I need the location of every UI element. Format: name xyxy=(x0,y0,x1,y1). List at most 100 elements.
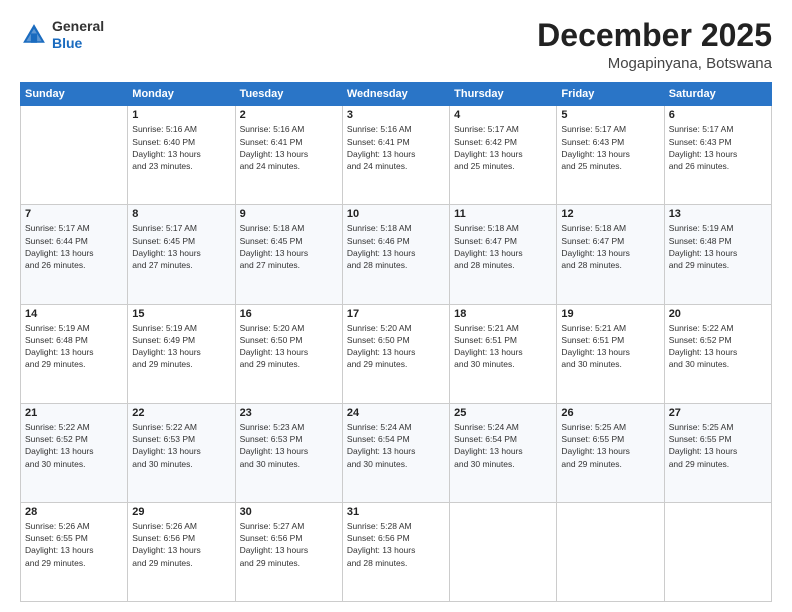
day-number: 13 xyxy=(669,208,767,220)
logo-blue-text: Blue xyxy=(52,35,82,51)
calendar-cell: 1 Sunrise: 5:16 AM Sunset: 6:40 PM Daylig… xyxy=(128,106,235,205)
calendar-cell: 9 Sunrise: 5:18 AM Sunset: 6:45 PM Daylig… xyxy=(235,205,342,304)
day-info: Sunrise: 5:19 AM Sunset: 6:49 PM Dayligh… xyxy=(132,322,230,371)
day-number: 6 xyxy=(669,109,767,121)
calendar-cell xyxy=(21,106,128,205)
day-number: 31 xyxy=(347,506,445,518)
day-info: Sunrise: 5:18 AM Sunset: 6:45 PM Dayligh… xyxy=(240,222,338,271)
calendar-cell: 31 Sunrise: 5:28 AM Sunset: 6:56 PM Dayli… xyxy=(342,502,449,601)
logo: General Blue xyxy=(20,18,104,52)
day-info: Sunrise: 5:19 AM Sunset: 6:48 PM Dayligh… xyxy=(25,322,123,371)
day-number: 12 xyxy=(561,208,659,220)
calendar-cell: 20Sunrise: 5:22 AM Sunset: 6:52 PM Dayli… xyxy=(664,304,771,403)
calendar-cell: 29 Sunrise: 5:26 AM Sunset: 6:56 PM Dayli… xyxy=(128,502,235,601)
day-number: 10 xyxy=(347,208,445,220)
day-info: Sunrise: 5:17 AM Sunset: 6:43 PM Dayligh… xyxy=(669,123,767,172)
calendar-week-row: 7 Sunrise: 5:17 AM Sunset: 6:44 PM Daylig… xyxy=(21,205,772,304)
calendar-cell: 12 Sunrise: 5:18 AM Sunset: 6:47 PM Dayli… xyxy=(557,205,664,304)
day-number: 1 xyxy=(132,109,230,121)
calendar-cell: 28 Sunrise: 5:26 AM Sunset: 6:55 PM Dayli… xyxy=(21,502,128,601)
calendar-cell: 26Sunrise: 5:25 AM Sunset: 6:55 PM Dayli… xyxy=(557,403,664,502)
calendar-table: SundayMondayTuesdayWednesdayThursdayFrid… xyxy=(20,82,772,602)
logo-icon xyxy=(20,21,48,49)
day-info: Sunrise: 5:19 AM Sunset: 6:48 PM Dayligh… xyxy=(669,222,767,271)
calendar-week-row: 21 Sunrise: 5:22 AM Sunset: 6:52 PM Dayli… xyxy=(21,403,772,502)
day-number: 15 xyxy=(132,308,230,320)
day-number: 5 xyxy=(561,109,659,121)
day-info: Sunrise: 5:17 AM Sunset: 6:45 PM Dayligh… xyxy=(132,222,230,271)
logo-text: General Blue xyxy=(52,18,104,52)
calendar-week-row: 14 Sunrise: 5:19 AM Sunset: 6:48 PM Dayli… xyxy=(21,304,772,403)
day-info: Sunrise: 5:20 AM Sunset: 6:50 PM Dayligh… xyxy=(240,322,338,371)
day-number: 17 xyxy=(347,308,445,320)
calendar-cell: 23 Sunrise: 5:23 AM Sunset: 6:53 PM Dayli… xyxy=(235,403,342,502)
day-number: 9 xyxy=(240,208,338,220)
weekday-header: Monday xyxy=(128,83,235,106)
calendar-cell: 16 Sunrise: 5:20 AM Sunset: 6:50 PM Dayli… xyxy=(235,304,342,403)
day-number: 23 xyxy=(240,407,338,419)
day-info: Sunrise: 5:16 AM Sunset: 6:40 PM Dayligh… xyxy=(132,123,230,172)
day-info: Sunrise: 5:23 AM Sunset: 6:53 PM Dayligh… xyxy=(240,421,338,470)
day-number: 14 xyxy=(25,308,123,320)
calendar-cell: 27 Sunrise: 5:25 AM Sunset: 6:55 PM Dayli… xyxy=(664,403,771,502)
day-info: Sunrise: 5:18 AM Sunset: 6:47 PM Dayligh… xyxy=(561,222,659,271)
day-number: 24 xyxy=(347,407,445,419)
weekday-header: Thursday xyxy=(450,83,557,106)
day-info: Sunrise: 5:25 AM Sunset: 6:55 PM Dayligh… xyxy=(561,421,659,470)
day-info: Sunrise: 5:17 AM Sunset: 6:44 PM Dayligh… xyxy=(25,222,123,271)
day-info: Sunrise: 5:28 AM Sunset: 6:56 PM Dayligh… xyxy=(347,520,445,569)
calendar-cell: 24 Sunrise: 5:24 AM Sunset: 6:54 PM Dayli… xyxy=(342,403,449,502)
location: Mogapinyana, Botswana xyxy=(537,55,772,72)
day-number: 4 xyxy=(454,109,552,121)
day-info: Sunrise: 5:21 AM Sunset: 6:51 PM Dayligh… xyxy=(561,322,659,371)
calendar-cell: 13 Sunrise: 5:19 AM Sunset: 6:48 PM Dayli… xyxy=(664,205,771,304)
title-block: December 2025 Mogapinyana, Botswana xyxy=(537,18,772,72)
calendar-cell: 4Sunrise: 5:17 AM Sunset: 6:42 PM Daylig… xyxy=(450,106,557,205)
weekday-header: Saturday xyxy=(664,83,771,106)
logo-general-text: General xyxy=(52,18,104,34)
day-info: Sunrise: 5:16 AM Sunset: 6:41 PM Dayligh… xyxy=(347,123,445,172)
day-info: Sunrise: 5:27 AM Sunset: 6:56 PM Dayligh… xyxy=(240,520,338,569)
calendar-cell: 19Sunrise: 5:21 AM Sunset: 6:51 PM Dayli… xyxy=(557,304,664,403)
day-number: 2 xyxy=(240,109,338,121)
day-number: 11 xyxy=(454,208,552,220)
weekday-header: Wednesday xyxy=(342,83,449,106)
calendar-week-row: 28 Sunrise: 5:26 AM Sunset: 6:55 PM Dayli… xyxy=(21,502,772,601)
day-info: Sunrise: 5:24 AM Sunset: 6:54 PM Dayligh… xyxy=(454,421,552,470)
calendar-cell xyxy=(664,502,771,601)
day-number: 21 xyxy=(25,407,123,419)
day-number: 16 xyxy=(240,308,338,320)
day-number: 30 xyxy=(240,506,338,518)
day-info: Sunrise: 5:21 AM Sunset: 6:51 PM Dayligh… xyxy=(454,322,552,371)
day-info: Sunrise: 5:16 AM Sunset: 6:41 PM Dayligh… xyxy=(240,123,338,172)
day-number: 22 xyxy=(132,407,230,419)
calendar-cell: 2 Sunrise: 5:16 AM Sunset: 6:41 PM Daylig… xyxy=(235,106,342,205)
day-number: 27 xyxy=(669,407,767,419)
calendar-cell: 15 Sunrise: 5:19 AM Sunset: 6:49 PM Dayli… xyxy=(128,304,235,403)
calendar-cell: 17 Sunrise: 5:20 AM Sunset: 6:50 PM Dayli… xyxy=(342,304,449,403)
header: General Blue December 2025 Mogapinyana, … xyxy=(20,18,772,72)
day-info: Sunrise: 5:22 AM Sunset: 6:52 PM Dayligh… xyxy=(25,421,123,470)
day-number: 7 xyxy=(25,208,123,220)
calendar-cell: 25Sunrise: 5:24 AM Sunset: 6:54 PM Dayli… xyxy=(450,403,557,502)
day-number: 29 xyxy=(132,506,230,518)
calendar-cell: 18Sunrise: 5:21 AM Sunset: 6:51 PM Dayli… xyxy=(450,304,557,403)
calendar-header-row: SundayMondayTuesdayWednesdayThursdayFrid… xyxy=(21,83,772,106)
day-info: Sunrise: 5:24 AM Sunset: 6:54 PM Dayligh… xyxy=(347,421,445,470)
calendar-cell: 22Sunrise: 5:22 AM Sunset: 6:53 PM Dayli… xyxy=(128,403,235,502)
day-number: 8 xyxy=(132,208,230,220)
day-info: Sunrise: 5:20 AM Sunset: 6:50 PM Dayligh… xyxy=(347,322,445,371)
calendar-cell: 5Sunrise: 5:17 AM Sunset: 6:43 PM Daylig… xyxy=(557,106,664,205)
day-info: Sunrise: 5:18 AM Sunset: 6:46 PM Dayligh… xyxy=(347,222,445,271)
day-info: Sunrise: 5:26 AM Sunset: 6:55 PM Dayligh… xyxy=(25,520,123,569)
calendar-week-row: 1 Sunrise: 5:16 AM Sunset: 6:40 PM Daylig… xyxy=(21,106,772,205)
calendar-cell: 11 Sunrise: 5:18 AM Sunset: 6:47 PM Dayli… xyxy=(450,205,557,304)
calendar-cell xyxy=(450,502,557,601)
calendar-cell: 3Sunrise: 5:16 AM Sunset: 6:41 PM Daylig… xyxy=(342,106,449,205)
day-number: 28 xyxy=(25,506,123,518)
month-title: December 2025 xyxy=(537,18,772,53)
calendar-cell: 7 Sunrise: 5:17 AM Sunset: 6:44 PM Daylig… xyxy=(21,205,128,304)
day-info: Sunrise: 5:26 AM Sunset: 6:56 PM Dayligh… xyxy=(132,520,230,569)
day-info: Sunrise: 5:25 AM Sunset: 6:55 PM Dayligh… xyxy=(669,421,767,470)
day-info: Sunrise: 5:18 AM Sunset: 6:47 PM Dayligh… xyxy=(454,222,552,271)
